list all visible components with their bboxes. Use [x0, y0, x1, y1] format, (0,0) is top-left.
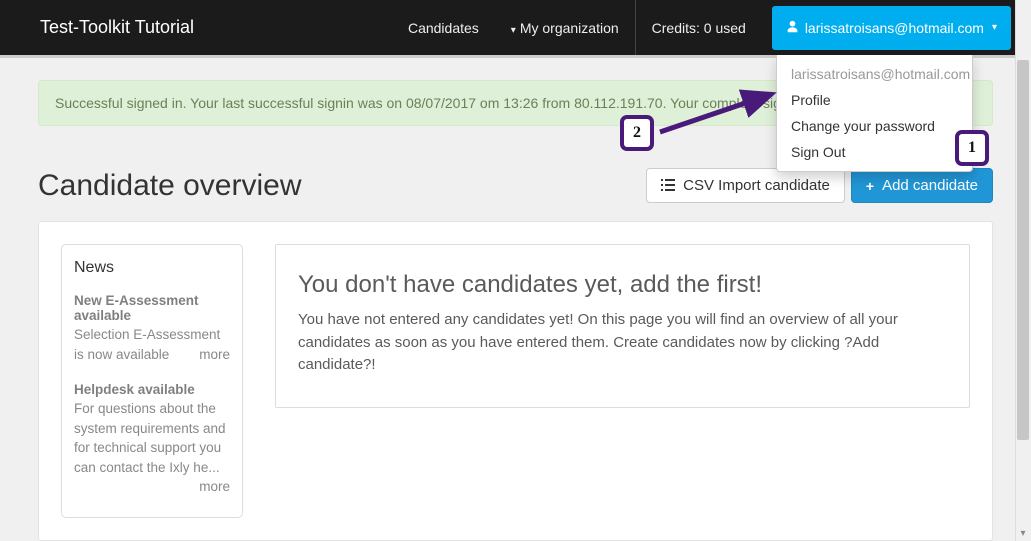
- page-title: Candidate overview: [38, 169, 646, 203]
- scrollbar-thumb[interactable]: [1017, 60, 1029, 440]
- news-sidebar: News New E-Assessment available Selectio…: [61, 244, 243, 518]
- top-navbar: Test-Toolkit Tutorial Candidates My orga…: [0, 0, 1031, 55]
- empty-state-body: You have not entered any candidates yet!…: [298, 309, 947, 377]
- annotation-arrow-icon: [654, 84, 784, 140]
- add-candidate-label: Add candidate: [882, 177, 978, 194]
- scroll-down-icon[interactable]: ▾: [1015, 525, 1031, 541]
- empty-state-panel: You don't have candidates yet, add the f…: [275, 244, 970, 408]
- page-header-row: Candidate overview CSV Import candidate …: [38, 168, 993, 203]
- annotation-2-box: 2: [620, 115, 654, 151]
- user-icon: [786, 20, 799, 36]
- dropdown-change-password[interactable]: Change your password: [777, 113, 972, 139]
- news-heading: News: [74, 259, 230, 277]
- add-candidate-button[interactable]: + Add candidate: [851, 168, 993, 203]
- news-item-desc: For questions about the system requireme…: [74, 401, 226, 475]
- csv-import-button[interactable]: CSV Import candidate: [646, 168, 845, 203]
- dropdown-profile[interactable]: Profile: [777, 87, 972, 113]
- content-panel: News New E-Assessment available Selectio…: [38, 221, 993, 541]
- user-menu-button[interactable]: larissatroisans@hotmail.com ▾: [772, 6, 1011, 50]
- caret-down-icon: [511, 20, 520, 36]
- news-more-link[interactable]: more: [199, 345, 230, 365]
- nav-link-my-organization[interactable]: My organization: [495, 0, 635, 55]
- annotation-1-box: 1: [955, 130, 989, 166]
- user-dropdown-menu: larissatroisans@hotmail.com Profile Chan…: [776, 55, 973, 172]
- empty-state-title: You don't have candidates yet, add the f…: [298, 271, 947, 299]
- vertical-scrollbar[interactable]: ▾: [1015, 0, 1031, 541]
- news-item-title: New E-Assessment available: [74, 293, 230, 323]
- news-item: New E-Assessment available Selection E-A…: [74, 293, 230, 364]
- nav-link-candidates[interactable]: Candidates: [392, 0, 495, 55]
- list-icon: [661, 178, 675, 194]
- nav-items: Candidates My organization Credits: 0 us…: [392, 0, 1011, 55]
- dropdown-sign-out[interactable]: Sign Out: [777, 139, 972, 165]
- brand-title[interactable]: Test-Toolkit Tutorial: [40, 17, 392, 38]
- news-item-title: Helpdesk available: [74, 382, 230, 397]
- plus-icon: +: [866, 178, 874, 194]
- news-more-link[interactable]: more: [199, 477, 230, 497]
- dropdown-email: larissatroisans@hotmail.com: [777, 61, 972, 87]
- nav-my-org-label: My organization: [520, 20, 619, 36]
- user-email-label: larissatroisans@hotmail.com: [805, 20, 984, 36]
- caret-down-icon: ▾: [992, 22, 997, 33]
- nav-credits[interactable]: Credits: 0 used: [635, 0, 762, 55]
- csv-import-label: CSV Import candidate: [683, 177, 830, 194]
- annotation-2: 2: [620, 115, 654, 151]
- news-item: Helpdesk available For questions about t…: [74, 382, 230, 477]
- annotation-1: 1: [955, 130, 989, 166]
